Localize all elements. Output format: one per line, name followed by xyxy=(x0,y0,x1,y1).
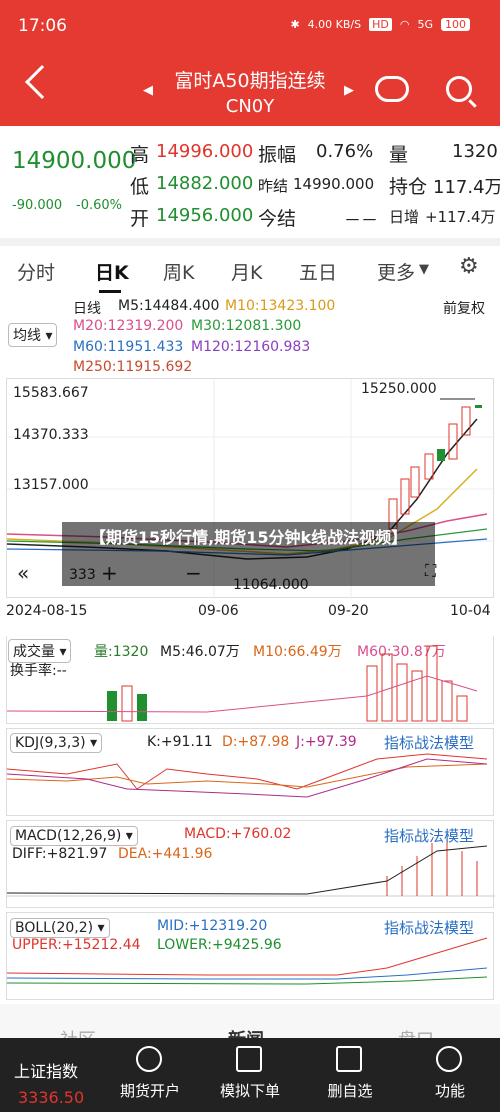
kdj-d: D:+87.98 xyxy=(222,734,290,750)
k-hi-mark: 15250.000 xyxy=(361,381,437,397)
k-y-mid: 14370.333 xyxy=(13,427,89,443)
status-time: 17:06 xyxy=(18,16,67,36)
boll-mid: MID:+12319.20 xyxy=(157,918,268,934)
nav-functions[interactable]: 功能 xyxy=(400,1080,500,1101)
ma30-value: M30:12081.300 xyxy=(191,318,302,334)
ma20-value: M20:12319.200 xyxy=(73,318,184,334)
app-header: 17:06 ✱ 4.00 KB/S HD ◠ 5G 100 ◀ 富时A50期指连… xyxy=(0,0,500,126)
period-tabs: 分时 日K 周K 月K 五日 更多 ▼ ⚙ xyxy=(0,246,500,293)
status-icons: ✱ 4.00 KB/S HD ◠ 5G 100 xyxy=(290,18,470,31)
boll-upper: UPPER:+15212.44 xyxy=(12,937,141,953)
hd-badge: HD xyxy=(369,18,392,31)
bluetooth-icon: ✱ xyxy=(290,18,300,31)
date-1: 2024-08-15 xyxy=(6,603,88,619)
ma-line-label: 日线 xyxy=(73,301,101,317)
nav-open-account[interactable]: 期货开户 xyxy=(100,1080,200,1101)
high-value: 14996.000 xyxy=(156,141,254,162)
open-value: 14956.000 xyxy=(156,205,254,226)
settings-icon[interactable]: ⚙ xyxy=(459,254,479,279)
contract-code: CN0Y xyxy=(225,96,275,117)
ma-select[interactable]: 均线 ▾ xyxy=(8,323,58,347)
search-icon[interactable] xyxy=(446,76,472,102)
kdj-j: J:+97.39 xyxy=(296,734,357,750)
open-label: 开 xyxy=(130,208,150,230)
ma5-value: M5:14484.400 xyxy=(118,298,220,314)
oi-label: 持仓 xyxy=(389,176,428,198)
kdj-select[interactable]: KDJ(9,3,3) ▾ xyxy=(10,733,103,753)
ma120-value: M120:12160.983 xyxy=(191,339,311,355)
volume-value: 1320 xyxy=(452,141,498,162)
ma250-value: M250:11915.692 xyxy=(73,359,193,375)
next-contract-icon[interactable]: ▶ xyxy=(344,83,354,98)
tab-five-day[interactable]: 五日 xyxy=(299,258,337,285)
account-icon[interactable] xyxy=(136,1046,162,1072)
k-y-low: 13157.000 xyxy=(13,477,89,493)
price-change: -90.000 xyxy=(12,198,63,213)
nav-remove-watch[interactable]: 删自选 xyxy=(300,1080,400,1101)
high-label: 高 xyxy=(130,144,150,166)
boll-select[interactable]: BOLL(20,2) ▾ xyxy=(10,918,110,938)
kdj-strategy-link[interactable]: 指标战法模型 xyxy=(384,732,474,753)
divider xyxy=(0,238,500,246)
settle-value: －－ xyxy=(344,211,378,231)
pre-settle-label: 昨结 xyxy=(258,177,289,195)
news-overlay-banner[interactable]: 【期货15秒行情,期货15分钟k线战法视频】 xyxy=(62,522,435,586)
nav-simulate-order[interactable]: 模拟下单 xyxy=(200,1080,300,1101)
wifi-icon: ◠ xyxy=(399,18,410,31)
settle-label: 今结 xyxy=(258,208,297,230)
macd-strategy-link[interactable]: 指标战法模型 xyxy=(384,825,474,846)
tab-daily-k[interactable]: 日K xyxy=(95,258,129,285)
speed-text: 4.00 KB/S xyxy=(307,18,362,31)
menu-icon[interactable] xyxy=(436,1046,462,1072)
k-y-top: 15583.667 xyxy=(13,385,89,401)
volume-chart xyxy=(6,636,494,724)
more-arrow-icon[interactable]: ▼ xyxy=(419,262,429,277)
low-value: 14882.000 xyxy=(156,173,254,194)
active-tab-indicator xyxy=(99,290,121,293)
quote-panel: 14900.000 -90.000 -0.60% 高 14996.000 低 1… xyxy=(0,126,500,238)
zoom-out-icon[interactable]: « xyxy=(17,561,29,585)
oi-value: 117.4万 xyxy=(433,177,500,198)
price-change-pct: -0.60% xyxy=(76,198,122,213)
tab-weekly-k[interactable]: 周K xyxy=(163,258,194,285)
macd-select[interactable]: MACD(12,26,9) ▾ xyxy=(10,826,138,846)
daily-inc-value: +117.4万 xyxy=(425,208,496,226)
date-2: 09-06 xyxy=(198,603,239,619)
ma10-value: M10:13423.100 xyxy=(225,298,336,314)
date-4: 10-04 xyxy=(450,603,491,619)
index-value: 3336.50 xyxy=(18,1088,85,1107)
tab-intraday[interactable]: 分时 xyxy=(17,258,55,285)
kdj-k: K:+91.11 xyxy=(147,734,213,750)
volume-label: 量 xyxy=(389,144,409,166)
index-label[interactable]: 上证指数 xyxy=(14,1058,78,1082)
boll-lower: LOWER:+9425.96 xyxy=(157,937,282,953)
date-3: 09-20 xyxy=(328,603,369,619)
tab-monthly-k[interactable]: 月K xyxy=(231,258,262,285)
content-tabs: 社区 新闻 盘口 xyxy=(0,1004,500,1051)
page-title: 富时A50期指连续 xyxy=(174,70,326,92)
robot-icon[interactable] xyxy=(375,76,409,102)
adjust-mode[interactable]: 前复权 xyxy=(443,298,485,318)
battery-icon: 100 xyxy=(441,18,470,31)
amp-value: 0.76% xyxy=(316,141,374,162)
low-label: 低 xyxy=(130,176,150,198)
bottom-nav: 上证指数 3336.50 期货开户 模拟下单 删自选 功能 xyxy=(0,1038,500,1112)
signal-label: 5G xyxy=(417,18,433,31)
tab-more[interactable]: 更多 xyxy=(377,258,415,285)
last-price: 14900.000 xyxy=(12,148,137,174)
remove-watch-icon[interactable] xyxy=(336,1046,362,1072)
macd-dea: DEA:+441.96 xyxy=(118,846,213,862)
simulate-icon[interactable] xyxy=(236,1046,262,1072)
daily-inc-label: 日增 xyxy=(389,208,420,226)
amp-label: 振幅 xyxy=(258,144,297,166)
ma60-value: M60:11951.433 xyxy=(73,339,184,355)
macd-diff: DIFF:+821.97 xyxy=(12,846,108,862)
boll-strategy-link[interactable]: 指标战法模型 xyxy=(384,917,474,938)
pre-settle-value: 14990.000 xyxy=(293,175,375,193)
macd-value: MACD:+760.02 xyxy=(184,826,292,842)
